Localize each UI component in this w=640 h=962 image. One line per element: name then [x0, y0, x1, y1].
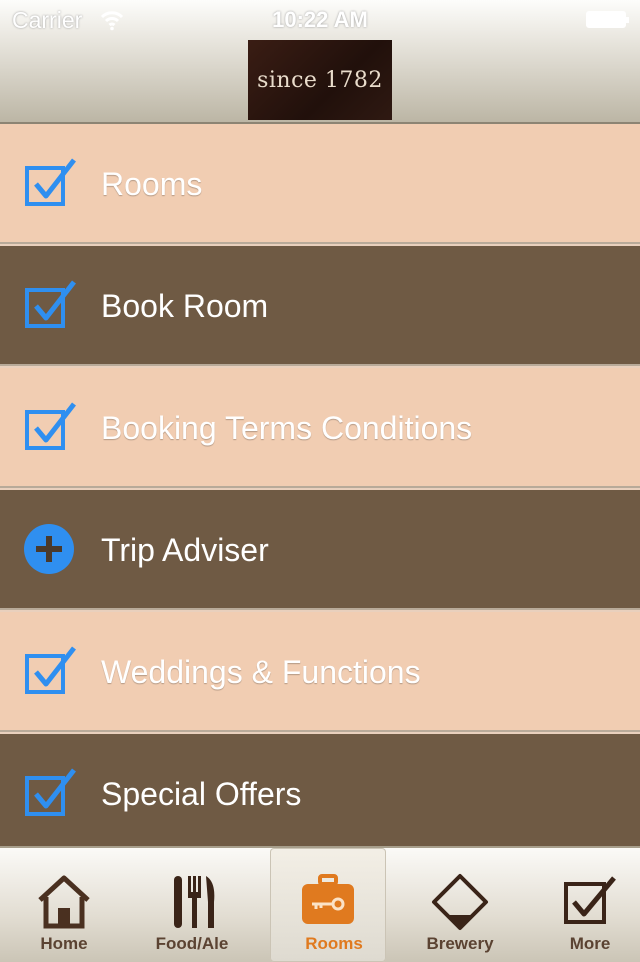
status-bar: Carrier 10:22 AM	[0, 0, 640, 40]
menu-item-label: Special Offers	[101, 776, 302, 812]
tab-food-ale[interactable]: Food/Ale	[128, 848, 256, 962]
checkbox-icon	[25, 768, 76, 816]
menu-item-label: Rooms	[101, 166, 203, 202]
battery-icon	[586, 11, 629, 28]
menu-list: Rooms Book Room Booking Terms Conditions…	[0, 124, 640, 846]
menu-item-label: Book Room	[101, 288, 269, 324]
menu-item-label: Trip Adviser	[101, 532, 269, 568]
house-icon	[38, 875, 90, 929]
checkbox-icon	[564, 876, 616, 924]
brewery-icon	[432, 874, 488, 930]
briefcase-key-icon	[302, 874, 354, 924]
checkbox-icon	[25, 158, 76, 206]
tab-home[interactable]: Home	[0, 848, 128, 962]
tab-brewery[interactable]: Brewery	[396, 848, 524, 962]
tab-more[interactable]: More	[526, 848, 640, 962]
checkbox-icon	[25, 646, 76, 694]
checkbox-icon	[25, 280, 76, 328]
tab-label: Home	[40, 934, 88, 953]
menu-item-booking-terms[interactable]: Booking Terms Conditions	[0, 368, 640, 488]
logo: since 1782	[248, 40, 392, 120]
status-time: 10:22 AM	[272, 7, 368, 32]
menu-item-label: Weddings & Functions	[101, 654, 421, 690]
tab-rooms[interactable]: Rooms	[270, 848, 386, 962]
menu-item-weddings-functions[interactable]: Weddings & Functions	[0, 612, 640, 732]
navigation-header: Carrier 10:22 AM since 1782	[0, 0, 640, 124]
tab-label: Brewery	[426, 934, 494, 953]
tab-label: Food/Ale	[155, 934, 229, 953]
tab-bar: Home Food/Ale Rooms Brewery More	[0, 846, 640, 962]
plus-circle-icon	[24, 524, 74, 574]
menu-item-book-room[interactable]: Book Room	[0, 246, 640, 366]
tab-label: More	[569, 934, 611, 953]
tab-label: Rooms	[305, 934, 363, 953]
menu-item-special-offers[interactable]: Special Offers	[0, 734, 640, 846]
menu-item-trip-adviser[interactable]: Trip Adviser	[0, 490, 640, 610]
cutlery-icon	[174, 876, 215, 928]
logo-text: since 1782	[257, 67, 383, 93]
menu-item-rooms[interactable]: Rooms	[0, 124, 640, 244]
menu-item-label: Booking Terms Conditions	[101, 410, 473, 446]
checkbox-icon	[25, 402, 76, 450]
